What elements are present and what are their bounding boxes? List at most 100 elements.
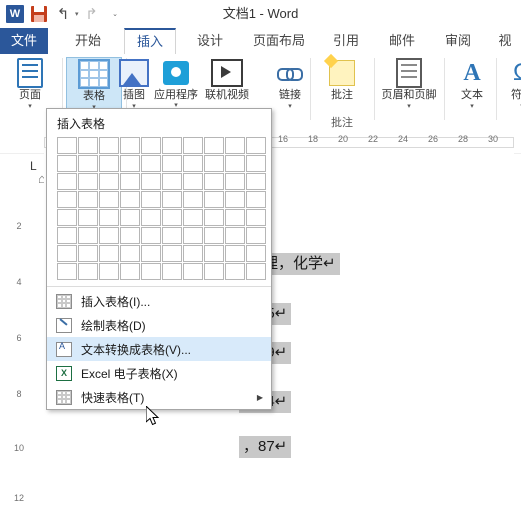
grid-cell[interactable] xyxy=(246,173,266,190)
grid-cell[interactable] xyxy=(183,173,203,190)
grid-cell[interactable] xyxy=(162,191,182,208)
grid-cell[interactable] xyxy=(120,263,140,280)
grid-cell[interactable] xyxy=(204,227,224,244)
tab-references[interactable]: 引用 xyxy=(322,28,370,54)
grid-cell[interactable] xyxy=(162,209,182,226)
grid-cell[interactable] xyxy=(246,155,266,172)
grid-cell[interactable] xyxy=(78,173,98,190)
grid-cell[interactable] xyxy=(183,263,203,280)
grid-cell[interactable] xyxy=(120,137,140,154)
grid-cell[interactable] xyxy=(246,191,266,208)
grid-cell[interactable] xyxy=(78,137,98,154)
grid-cell[interactable] xyxy=(246,263,266,280)
grid-cell[interactable] xyxy=(141,227,161,244)
grid-cell[interactable] xyxy=(162,245,182,262)
grid-cell[interactable] xyxy=(120,173,140,190)
grid-cell[interactable] xyxy=(246,227,266,244)
grid-cell[interactable] xyxy=(57,227,77,244)
grid-cell[interactable] xyxy=(99,263,119,280)
grid-cell[interactable] xyxy=(99,209,119,226)
grid-cell[interactable] xyxy=(225,245,245,262)
ribbon-button-symbol[interactable]: Ω 符号 ▾ xyxy=(494,57,521,111)
grid-cell[interactable] xyxy=(141,191,161,208)
menu-item-excel-spreadsheet[interactable]: X Excel 电子表格(X) xyxy=(47,361,271,385)
grid-cell[interactable] xyxy=(78,227,98,244)
grid-cell[interactable] xyxy=(225,227,245,244)
grid-cell[interactable] xyxy=(99,191,119,208)
grid-cell[interactable] xyxy=(183,245,203,262)
tab-view[interactable]: 视 xyxy=(492,28,518,54)
grid-cell[interactable] xyxy=(99,173,119,190)
grid-cell[interactable] xyxy=(204,263,224,280)
grid-cell[interactable] xyxy=(78,245,98,262)
grid-cell[interactable] xyxy=(120,209,140,226)
grid-cell[interactable] xyxy=(183,137,203,154)
grid-cell[interactable] xyxy=(57,245,77,262)
grid-cell[interactable] xyxy=(99,227,119,244)
ribbon-button-text[interactable]: A 文本 ▾ xyxy=(444,57,500,111)
grid-cell[interactable] xyxy=(120,155,140,172)
tab-home[interactable]: 开始 xyxy=(64,28,112,54)
grid-cell[interactable] xyxy=(225,137,245,154)
grid-cell[interactable] xyxy=(183,227,203,244)
grid-cell[interactable] xyxy=(120,191,140,208)
menu-item-draw-table[interactable]: 绘制表格(D) xyxy=(47,313,271,337)
grid-cell[interactable] xyxy=(141,209,161,226)
grid-cell[interactable] xyxy=(225,173,245,190)
grid-cell[interactable] xyxy=(162,263,182,280)
grid-cell[interactable] xyxy=(204,173,224,190)
grid-cell[interactable] xyxy=(78,155,98,172)
grid-cell[interactable] xyxy=(183,191,203,208)
grid-cell[interactable] xyxy=(225,209,245,226)
grid-cell[interactable] xyxy=(204,191,224,208)
tab-stop-marker[interactable]: L xyxy=(30,159,37,173)
insert-table-dropdown[interactable]: 插入表格 插入表格(I)... 绘制表格(D) 文本转换成表格(V)... X … xyxy=(46,108,272,410)
grid-cell[interactable] xyxy=(120,227,140,244)
grid-cell[interactable] xyxy=(57,173,77,190)
ribbon-button-pages[interactable]: 页面 ▾ xyxy=(2,57,58,111)
tab-design[interactable]: 设计 xyxy=(186,28,234,54)
grid-cell[interactable] xyxy=(141,137,161,154)
grid-cell[interactable] xyxy=(246,245,266,262)
grid-cell[interactable] xyxy=(141,263,161,280)
grid-cell[interactable] xyxy=(141,245,161,262)
tab-review[interactable]: 审阅 xyxy=(434,28,482,54)
grid-cell[interactable] xyxy=(78,263,98,280)
tab-insert[interactable]: 插入 xyxy=(124,28,176,54)
grid-cell[interactable] xyxy=(162,227,182,244)
menu-item-convert-text-to-table[interactable]: 文本转换成表格(V)... xyxy=(47,337,271,361)
grid-cell[interactable] xyxy=(246,209,266,226)
chevron-down-icon[interactable]: ▾ xyxy=(494,102,521,111)
grid-cell[interactable] xyxy=(141,155,161,172)
grid-cell[interactable] xyxy=(225,155,245,172)
ribbon-button-online-video[interactable]: 联机视频 xyxy=(196,57,258,102)
ribbon-button-header-footer[interactable]: 页眉和页脚 ▾ xyxy=(376,57,442,111)
grid-cell[interactable] xyxy=(204,245,224,262)
grid-cell[interactable] xyxy=(120,245,140,262)
grid-cell[interactable] xyxy=(99,155,119,172)
grid-cell[interactable] xyxy=(78,209,98,226)
grid-cell[interactable] xyxy=(57,263,77,280)
grid-cell[interactable] xyxy=(246,137,266,154)
chevron-down-icon[interactable]: ▾ xyxy=(444,102,500,111)
grid-cell[interactable] xyxy=(204,137,224,154)
grid-cell[interactable] xyxy=(141,173,161,190)
table-size-grid[interactable] xyxy=(57,137,271,280)
vertical-ruler[interactable]: 2 4 6 8 10 12 xyxy=(10,153,28,513)
ribbon-button-comment[interactable]: 批注 xyxy=(314,57,370,102)
tab-mailings[interactable]: 邮件 xyxy=(378,28,426,54)
grid-cell[interactable] xyxy=(204,155,224,172)
grid-cell[interactable] xyxy=(57,155,77,172)
menu-item-insert-table[interactable]: 插入表格(I)... xyxy=(47,289,271,313)
grid-cell[interactable] xyxy=(204,209,224,226)
grid-cell[interactable] xyxy=(162,173,182,190)
grid-cell[interactable] xyxy=(162,137,182,154)
grid-cell[interactable] xyxy=(99,245,119,262)
grid-cell[interactable] xyxy=(57,137,77,154)
grid-cell[interactable] xyxy=(99,137,119,154)
tab-page-layout[interactable]: 页面布局 xyxy=(244,28,314,54)
grid-cell[interactable] xyxy=(162,155,182,172)
grid-cell[interactable] xyxy=(57,209,77,226)
grid-cell[interactable] xyxy=(225,263,245,280)
grid-cell[interactable] xyxy=(78,191,98,208)
